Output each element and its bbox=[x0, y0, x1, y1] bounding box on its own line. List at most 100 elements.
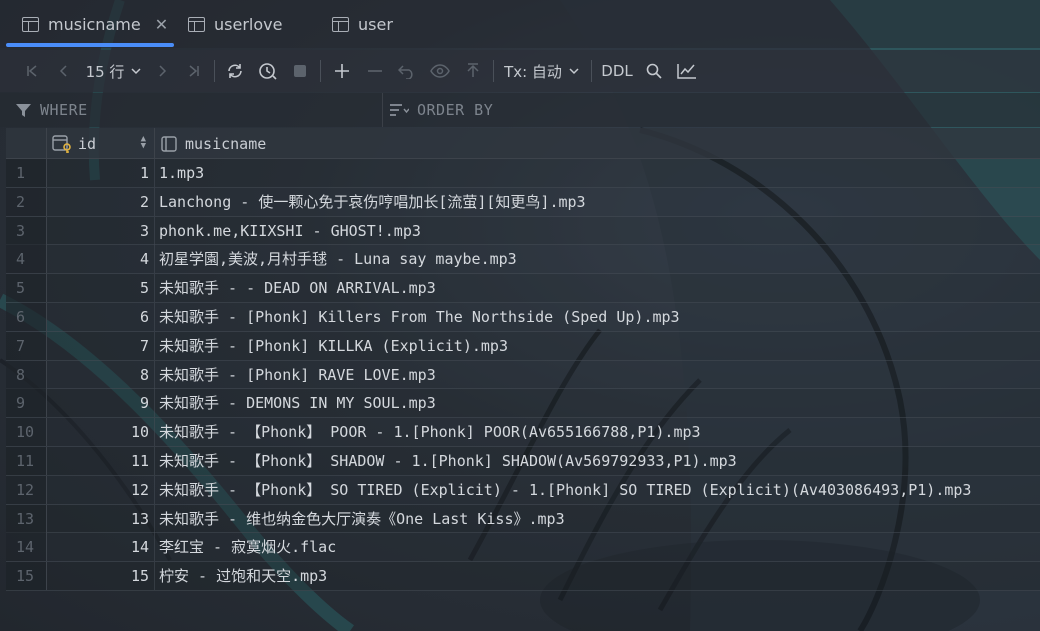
tab-musicname[interactable]: musicname ✕ bbox=[22, 0, 168, 48]
musicname-cell[interactable]: 未知歌手 - [Phonk] KILLKA (Explicit).mp3 bbox=[156, 332, 1040, 360]
musicname-cell[interactable]: 未知歌手 - [Phonk] Killers From The Northsid… bbox=[156, 303, 1040, 331]
table-row[interactable]: 11 11 未知歌手 - 【Phonk】 SHADOW - 1.[Phonk] SH… bbox=[6, 446, 1040, 476]
row-number[interactable]: 15 bbox=[6, 562, 47, 591]
musicname-cell[interactable]: 未知歌手 - 【Phonk】 SHADOW - 1.[Phonk] SHADOW… bbox=[156, 447, 1040, 475]
id-cell[interactable]: 1 bbox=[47, 159, 155, 187]
tab-label: musicname bbox=[48, 14, 141, 34]
musicname-cell[interactable]: 未知歌手 - [Phonk] RAVE LOVE.mp3 bbox=[156, 361, 1040, 389]
id-cell[interactable]: 5 bbox=[47, 274, 155, 303]
row-number[interactable]: 4 bbox=[6, 245, 47, 274]
row-number[interactable]: 14 bbox=[6, 533, 47, 562]
tab-userlove[interactable]: userlove bbox=[188, 0, 282, 48]
table-row[interactable]: 4 4 初星学園,美波,月村手毬 - Luna say maybe.mp3 bbox=[6, 245, 1040, 275]
id-cell[interactable]: 8 bbox=[47, 360, 155, 389]
sort-lines-icon bbox=[390, 104, 409, 116]
previous-page-icon[interactable] bbox=[52, 50, 76, 92]
search-icon[interactable] bbox=[642, 50, 666, 92]
row-number[interactable]: 3 bbox=[6, 216, 47, 245]
id-cell[interactable]: 2 bbox=[47, 187, 155, 216]
table-row[interactable]: 10 10 未知歌手 - 【Phonk】 POOR - 1.[Phonk] POOR… bbox=[6, 418, 1040, 447]
row-number[interactable]: 11 bbox=[6, 446, 47, 475]
transaction-mode-dropdown[interactable]: Tx: 自动 bbox=[502, 50, 582, 92]
table-row[interactable]: 6 6 未知歌手 - [Phonk] Killers From The Norths… bbox=[6, 302, 1040, 332]
grid-body: 1 1 1.mp3 2 2 Lanchong - 使一颗心免于哀伤哼唱加长[流萤][知更鸟… bbox=[6, 159, 1040, 591]
id-cell[interactable]: 7 bbox=[47, 331, 155, 360]
musicname-cell[interactable]: 未知歌手 - DEMONS IN MY SOUL.mp3 bbox=[156, 389, 1040, 417]
sort-toggle-icon[interactable]: ▲ ▼ bbox=[141, 135, 146, 151]
row-number[interactable]: 12 bbox=[6, 475, 47, 504]
add-row-icon[interactable] bbox=[329, 50, 355, 92]
table-row[interactable]: 12 12 未知歌手 - 【Phonk】 SO TIRED (Explicit) -… bbox=[6, 475, 1040, 505]
id-cell[interactable]: 15 bbox=[47, 562, 155, 591]
stop-icon[interactable] bbox=[288, 50, 312, 92]
musicname-cell[interactable]: 初星学園,美波,月村手毬 - Luna say maybe.mp3 bbox=[156, 245, 1040, 273]
table-row[interactable]: 5 5 未知歌手 - - DEAD ON ARRIVAL.mp3 bbox=[6, 274, 1040, 303]
id-cell[interactable]: 9 bbox=[47, 389, 155, 418]
transaction-mode-label: Tx: 自动 bbox=[504, 62, 562, 81]
filter-bar: WHERE ORDER BY bbox=[0, 93, 1040, 127]
row-number[interactable]: 2 bbox=[6, 187, 47, 216]
id-cell[interactable]: 11 bbox=[47, 446, 155, 475]
musicname-cell[interactable]: 柠安 - 过饱和天空.mp3 bbox=[156, 562, 1040, 590]
column-header-musicname[interactable]: musicname bbox=[156, 128, 1040, 159]
musicname-cell[interactable]: 1.mp3 bbox=[156, 159, 1040, 187]
id-cell[interactable]: 13 bbox=[47, 504, 155, 533]
id-cell[interactable]: 12 bbox=[47, 475, 155, 504]
order-by-input[interactable]: ORDER BY bbox=[382, 93, 1040, 127]
musicname-cell[interactable]: Lanchong - 使一颗心免于哀伤哼唱加长[流萤][知更鸟].mp3 bbox=[156, 188, 1040, 216]
where-filter-input[interactable]: WHERE bbox=[0, 93, 382, 127]
view-eye-icon[interactable] bbox=[426, 50, 454, 92]
close-icon[interactable]: ✕ bbox=[155, 15, 168, 34]
column-label: id bbox=[78, 134, 97, 153]
revert-icon[interactable] bbox=[394, 50, 420, 92]
musicname-cell[interactable]: 未知歌手 - 【Phonk】 SO TIRED (Explicit) - 1.[… bbox=[156, 476, 1040, 504]
table-row[interactable]: 2 2 Lanchong - 使一颗心免于哀伤哼唱加长[流萤][知更鸟].mp3 bbox=[6, 187, 1040, 217]
table-row[interactable]: 9 9 未知歌手 - DEMONS IN MY SOUL.mp3 bbox=[6, 389, 1040, 419]
delete-row-icon[interactable] bbox=[362, 50, 388, 92]
musicname-cell[interactable]: 李红宝 - 寂寞烟火.flac bbox=[156, 533, 1040, 561]
row-number[interactable]: 7 bbox=[6, 331, 47, 360]
id-cell[interactable]: 14 bbox=[47, 533, 155, 562]
id-cell[interactable]: 4 bbox=[47, 245, 155, 274]
row-number[interactable]: 8 bbox=[6, 360, 47, 389]
last-page-icon[interactable] bbox=[182, 50, 206, 92]
row-number[interactable]: 6 bbox=[6, 302, 47, 331]
column-header-id[interactable]: id ▲ ▼ bbox=[47, 128, 155, 159]
table-row[interactable]: 13 13 未知歌手 - 维也纳金色大厅演奏《One Last Kiss》.mp3 bbox=[6, 504, 1040, 534]
table-row[interactable]: 8 8 未知歌手 - [Phonk] RAVE LOVE.mp3 bbox=[6, 360, 1040, 390]
row-number-header[interactable] bbox=[6, 128, 47, 159]
refresh-icon[interactable] bbox=[222, 50, 248, 92]
row-number[interactable]: 9 bbox=[6, 389, 47, 418]
filter-funnel-icon bbox=[16, 103, 31, 117]
musicname-cell[interactable]: 未知歌手 - 【Phonk】 POOR - 1.[Phonk] POOR(Av6… bbox=[156, 418, 1040, 446]
id-cell[interactable]: 3 bbox=[47, 216, 155, 245]
musicname-cell[interactable]: 未知歌手 - 维也纳金色大厅演奏《One Last Kiss》.mp3 bbox=[156, 505, 1040, 533]
tab-user[interactable]: user bbox=[332, 0, 393, 48]
row-number[interactable]: 13 bbox=[6, 504, 47, 533]
table-row[interactable]: 15 15 柠安 - 过饱和天空.mp3 bbox=[6, 562, 1040, 591]
table-row[interactable]: 1 1 1.mp3 bbox=[6, 159, 1040, 188]
where-placeholder: WHERE bbox=[40, 101, 88, 119]
column-label: musicname bbox=[185, 134, 267, 153]
id-cell[interactable]: 6 bbox=[47, 302, 155, 331]
history-clock-icon[interactable] bbox=[255, 50, 281, 92]
table-icon bbox=[332, 16, 349, 32]
table-icon bbox=[188, 16, 205, 32]
table-row[interactable]: 14 14 李红宝 - 寂寞烟火.flac bbox=[6, 533, 1040, 563]
row-number[interactable]: 10 bbox=[6, 418, 47, 447]
page-size-dropdown[interactable]: 15 行 bbox=[84, 50, 144, 92]
submit-upload-icon[interactable] bbox=[460, 50, 486, 92]
row-number[interactable]: 5 bbox=[6, 274, 47, 303]
id-cell[interactable]: 10 bbox=[47, 418, 155, 447]
table-row[interactable]: 7 7 未知歌手 - [Phonk] KILLKA (Explicit).mp3 bbox=[6, 331, 1040, 361]
chart-view-icon[interactable] bbox=[674, 50, 700, 92]
table-icon bbox=[22, 16, 39, 32]
ddl-button[interactable]: DDL bbox=[598, 50, 636, 92]
toolbar-divider bbox=[214, 60, 215, 82]
row-number[interactable]: 1 bbox=[6, 159, 47, 187]
next-page-icon[interactable] bbox=[150, 50, 174, 92]
musicname-cell[interactable]: phonk.me,KIIXSHI - GHOST!.mp3 bbox=[156, 217, 1040, 245]
musicname-cell[interactable]: 未知歌手 - - DEAD ON ARRIVAL.mp3 bbox=[156, 274, 1040, 302]
first-page-icon[interactable] bbox=[20, 50, 44, 92]
table-row[interactable]: 3 3 phonk.me,KIIXSHI - GHOST!.mp3 bbox=[6, 216, 1040, 246]
